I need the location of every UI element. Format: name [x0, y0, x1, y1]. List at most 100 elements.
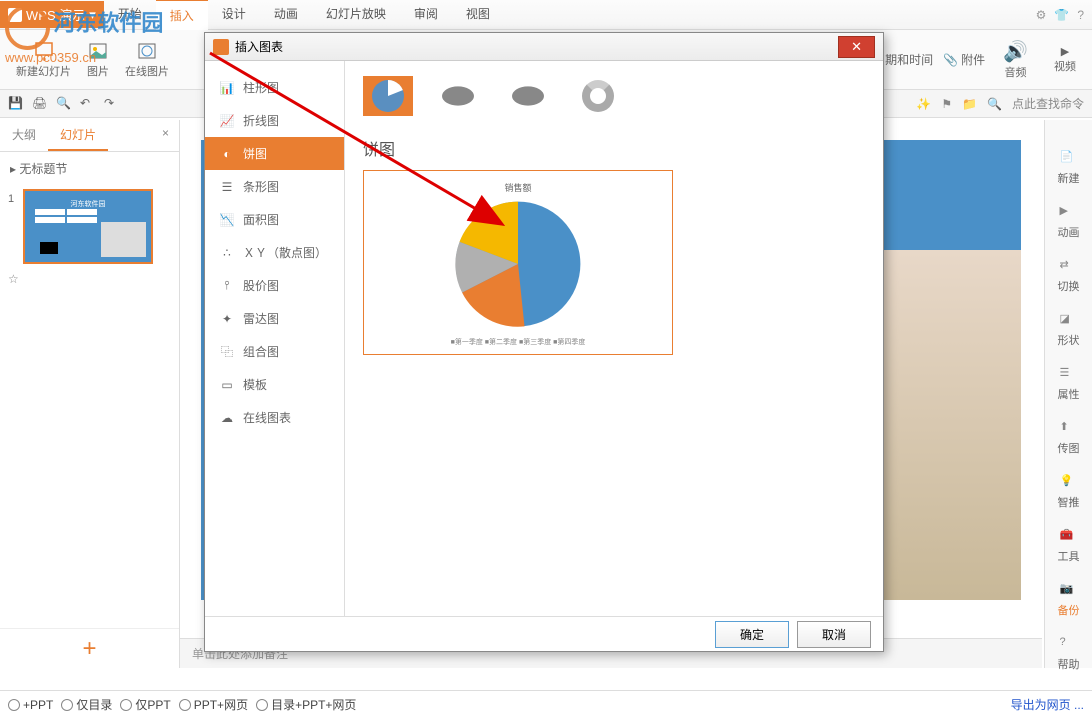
tab-slideshow[interactable]: 幻灯片放映	[312, 0, 400, 30]
chart-preview[interactable]: 销售额 ■第一季度 ■第二季度 ■第三季度 ■第四季度	[363, 170, 673, 355]
subtype-pie-of-pie[interactable]	[503, 76, 553, 116]
sidebar-item-tools[interactable]: 🧰工具	[1058, 528, 1080, 564]
sidebar-item-smart[interactable]: 💡智推	[1058, 474, 1080, 510]
tab-outline[interactable]: 大纲	[0, 120, 48, 151]
undo-icon[interactable]: ↶	[80, 96, 96, 112]
online-picture-button[interactable]: 在线图片	[117, 41, 177, 79]
magic-icon[interactable]: ✨	[916, 97, 931, 111]
bar-chart-icon: ☰	[219, 179, 235, 195]
chart-type-column[interactable]: 📊柱形图	[205, 71, 344, 104]
video-button[interactable]: ▶视频	[1046, 45, 1084, 74]
close-panel-icon[interactable]: ×	[152, 120, 179, 151]
redo-icon[interactable]: ↷	[104, 96, 120, 112]
props-icon: ☰	[1060, 366, 1078, 384]
preview-chart-title: 销售额	[374, 181, 662, 194]
tab-view[interactable]: 视图	[452, 0, 504, 30]
sidebar-item-backup[interactable]: 📷备份	[1058, 582, 1080, 618]
question-icon[interactable]: ?	[1077, 8, 1084, 22]
radio-option-2[interactable]: 仅PPT	[120, 696, 170, 713]
export-link[interactable]: 导出为网页 ...	[1011, 696, 1084, 713]
help-icon: ?	[1060, 636, 1078, 654]
search-text[interactable]: 点此查找命令	[1012, 95, 1084, 112]
template-icon: ▭	[219, 377, 235, 393]
search-icon[interactable]: 🔍	[987, 97, 1002, 111]
tab-design[interactable]: 设计	[208, 0, 260, 30]
logo-icon	[8, 8, 22, 22]
slide-thumbnail[interactable]: 河东软件园	[23, 189, 153, 264]
chart-type-area[interactable]: 📉面积图	[205, 203, 344, 236]
subtype-pie[interactable]	[363, 76, 413, 116]
radio-icon	[256, 699, 268, 711]
new-slide-button[interactable]: 新建幻灯片	[8, 41, 79, 79]
flag-icon[interactable]: ⚑	[941, 97, 952, 111]
donut-subtype-icon	[582, 80, 614, 112]
preview-icon[interactable]: 🔍	[56, 96, 72, 112]
radio-icon	[8, 699, 20, 711]
sidebar-item-transition[interactable]: ⇄切换	[1058, 258, 1080, 294]
outline-panel: 大纲 幻灯片 × ▸ 无标题节 1 河东软件园 ☆ +	[0, 120, 180, 668]
shirt-icon[interactable]: 👕	[1054, 8, 1069, 22]
radio-option-1[interactable]: 仅目录	[61, 696, 112, 713]
transition-icon: ⇄	[1060, 258, 1078, 276]
dialog-titlebar[interactable]: 插入图表 ✕	[205, 33, 883, 61]
sidebar-item-help[interactable]: ?帮助	[1058, 636, 1080, 672]
folder-icon[interactable]: 📁	[962, 97, 977, 111]
chart-type-scatter[interactable]: ∴ＸＹ（散点图）	[205, 236, 344, 269]
toolbox-icon: 🧰	[1060, 528, 1078, 546]
chart-type-bar[interactable]: ☰条形图	[205, 170, 344, 203]
attachment-button[interactable]: 📎附件	[943, 51, 985, 68]
section-header[interactable]: ▸ 无标题节	[0, 152, 179, 185]
save-icon[interactable]: 💾	[8, 96, 24, 112]
online-chart-icon: ☁	[219, 410, 235, 426]
cancel-button[interactable]: 取消	[797, 621, 871, 648]
tab-insert[interactable]: 插入	[156, 0, 208, 30]
chart-type-online[interactable]: ☁在线图表	[205, 401, 344, 434]
settings-icon[interactable]: ⚙	[1036, 8, 1047, 22]
line-chart-icon: 📈	[219, 113, 235, 129]
audio-button[interactable]: 🔊音频	[995, 39, 1036, 80]
upload-icon: ⬆	[1060, 420, 1078, 438]
dialog-footer: 确定 取消	[205, 616, 883, 652]
pie-subtype-icon	[372, 80, 404, 112]
print-icon[interactable]: 🖨	[32, 96, 48, 112]
chart-type-stock[interactable]: ⫯股价图	[205, 269, 344, 302]
file-icon: 📄	[1060, 150, 1078, 168]
chart-type-template[interactable]: ▭模板	[205, 368, 344, 401]
tab-start[interactable]: 开始	[104, 0, 156, 30]
radio-icon	[120, 699, 132, 711]
sidebar-item-props[interactable]: ☰属性	[1058, 366, 1080, 402]
chart-type-line[interactable]: 📈折线图	[205, 104, 344, 137]
picture-button[interactable]: 图片	[79, 41, 117, 79]
tab-animation[interactable]: 动画	[260, 0, 312, 30]
subtype-row	[363, 76, 865, 116]
chart-type-combo[interactable]: ⿻组合图	[205, 335, 344, 368]
tab-slides-panel[interactable]: 幻灯片	[48, 120, 108, 151]
add-slide-button[interactable]: +	[0, 628, 179, 668]
sidebar-item-upload[interactable]: ⬆传图	[1058, 420, 1080, 456]
play-icon: ▶	[1060, 204, 1078, 222]
right-sidebar: 📄新建 ▶动画 ⇄切换 ◪形状 ☰属性 ⬆传图 💡智推 🧰工具 📷备份 ?帮助	[1044, 120, 1092, 668]
radio-option-0[interactable]: +PPT	[8, 698, 53, 712]
subtype-donut[interactable]	[573, 76, 623, 116]
menu-tabs: 开始 插入 设计 动画 幻灯片放映 审阅 视图	[104, 0, 504, 30]
app-name: WPS 演示	[26, 5, 85, 24]
subtype-3d-pie[interactable]	[433, 76, 483, 116]
tab-review[interactable]: 审阅	[400, 0, 452, 30]
app-header: WPS 演示 ▾ 开始 插入 设计 动画 幻灯片放映 审阅 视图 ⚙ 👕 ?	[0, 0, 1092, 30]
radio-option-3[interactable]: PPT+网页	[179, 696, 248, 713]
backup-icon: 📷	[1060, 582, 1078, 600]
ok-button[interactable]: 确定	[715, 621, 789, 648]
radio-icon	[179, 699, 191, 711]
sidebar-item-new[interactable]: 📄新建	[1058, 150, 1080, 186]
online-picture-icon	[137, 41, 157, 61]
chart-type-pie[interactable]: ◐饼图	[205, 137, 344, 170]
sidebar-item-shape[interactable]: ◪形状	[1058, 312, 1080, 348]
chart-type-radar[interactable]: ✦雷达图	[205, 302, 344, 335]
radio-option-4[interactable]: 目录+PPT+网页	[256, 696, 356, 713]
dialog-close-button[interactable]: ✕	[838, 36, 875, 58]
sidebar-item-animation[interactable]: ▶动画	[1058, 204, 1080, 240]
app-logo[interactable]: WPS 演示 ▾	[0, 1, 104, 28]
new-slide-icon	[34, 41, 54, 61]
pie-chart-icon: ◐	[219, 146, 235, 162]
slide-star-icon[interactable]: ☆	[0, 268, 179, 290]
